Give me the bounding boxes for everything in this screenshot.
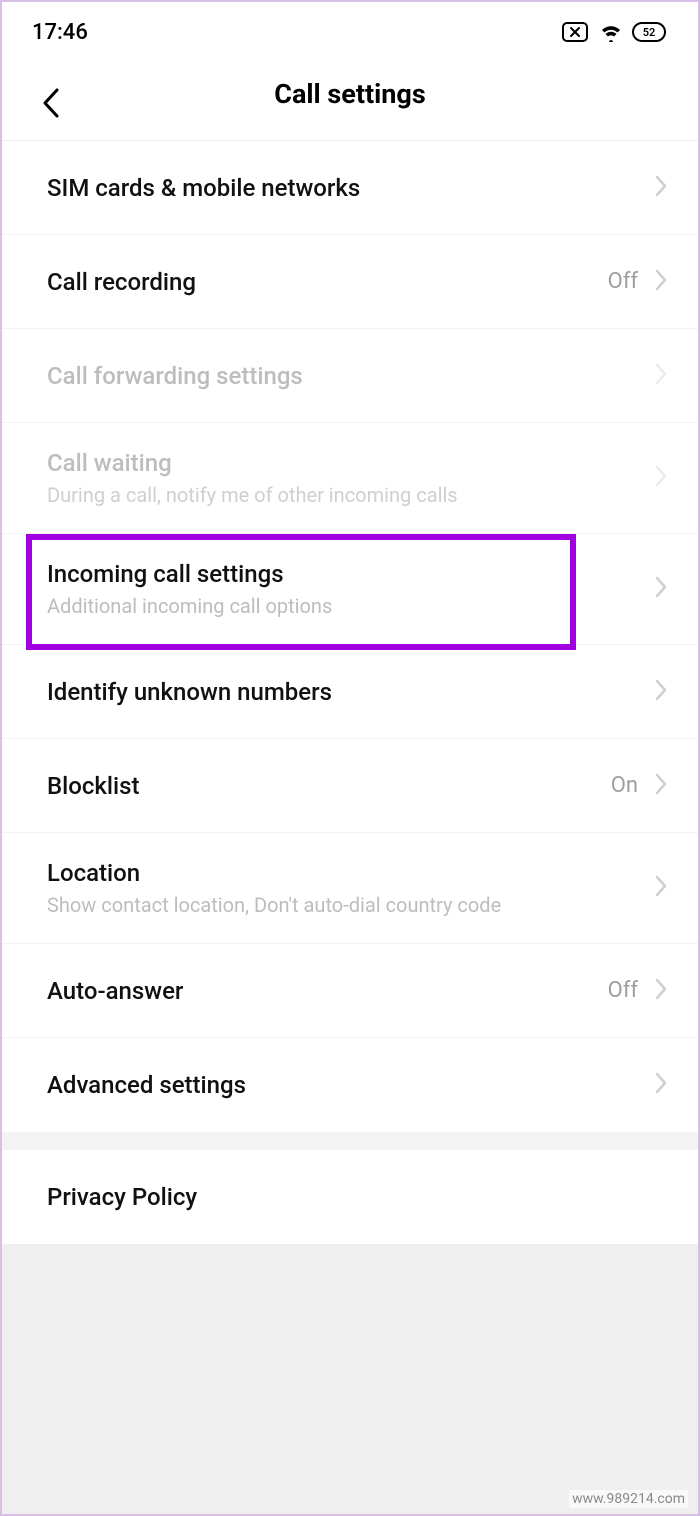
item-label: Identify unknown numbers xyxy=(47,678,654,706)
chevron-right-icon xyxy=(654,464,668,492)
page-header: Call settings xyxy=(2,58,698,141)
item-label: Call waiting xyxy=(47,449,654,477)
item-privacy-policy[interactable]: Privacy Policy xyxy=(2,1150,698,1244)
chevron-right-icon xyxy=(654,874,668,902)
item-label: SIM cards & mobile networks xyxy=(47,174,654,202)
status-time: 17:46 xyxy=(32,20,88,45)
item-subtitle: Show contact location, Don't auto-dial c… xyxy=(47,893,654,917)
sim-off-icon xyxy=(562,22,590,42)
item-value: Off xyxy=(608,269,638,294)
chevron-right-icon xyxy=(654,575,668,603)
chevron-right-icon xyxy=(654,1071,668,1099)
item-label: Incoming call settings xyxy=(47,560,654,588)
page-title: Call settings xyxy=(32,78,668,110)
section-divider xyxy=(2,1132,698,1150)
back-button[interactable] xyxy=(40,86,62,124)
svg-text:52: 52 xyxy=(643,26,656,39)
item-label: Advanced settings xyxy=(47,1071,654,1099)
watermark: www.989214.com xyxy=(569,1490,688,1508)
item-label: Blocklist xyxy=(47,772,611,800)
wifi-icon xyxy=(598,22,624,42)
item-call-forwarding: Call forwarding settings xyxy=(2,329,698,423)
item-label: Call recording xyxy=(47,268,608,296)
item-value: Off xyxy=(608,978,638,1003)
item-value: On xyxy=(611,773,638,798)
item-location[interactable]: Location Show contact location, Don't au… xyxy=(2,833,698,944)
chevron-right-icon xyxy=(654,678,668,706)
chevron-right-icon xyxy=(654,362,668,390)
item-advanced-settings[interactable]: Advanced settings xyxy=(2,1038,698,1132)
settings-list: SIM cards & mobile networks Call recordi… xyxy=(2,141,698,1244)
item-blocklist[interactable]: Blocklist On xyxy=(2,739,698,833)
item-sim-networks[interactable]: SIM cards & mobile networks xyxy=(2,141,698,235)
item-incoming-call-settings[interactable]: Incoming call settings Additional incomi… xyxy=(2,534,698,645)
item-call-recording[interactable]: Call recording Off xyxy=(2,235,698,329)
item-identify-unknown[interactable]: Identify unknown numbers xyxy=(2,645,698,739)
chevron-right-icon xyxy=(654,268,668,296)
item-label: Privacy Policy xyxy=(47,1183,668,1211)
empty-area xyxy=(2,1244,698,1514)
battery-icon: 52 xyxy=(632,22,668,42)
item-label: Call forwarding settings xyxy=(47,362,654,390)
item-subtitle: Additional incoming call options xyxy=(47,594,654,618)
chevron-right-icon xyxy=(654,772,668,800)
chevron-right-icon xyxy=(654,174,668,202)
item-auto-answer[interactable]: Auto-answer Off xyxy=(2,944,698,1038)
item-subtitle: During a call, notify me of other incomi… xyxy=(47,483,654,507)
item-call-waiting: Call waiting During a call, notify me of… xyxy=(2,423,698,534)
chevron-right-icon xyxy=(654,977,668,1005)
status-icons: 52 xyxy=(562,22,668,42)
item-label: Auto-answer xyxy=(47,977,608,1005)
status-bar: 17:46 52 xyxy=(2,2,698,58)
item-label: Location xyxy=(47,859,654,887)
